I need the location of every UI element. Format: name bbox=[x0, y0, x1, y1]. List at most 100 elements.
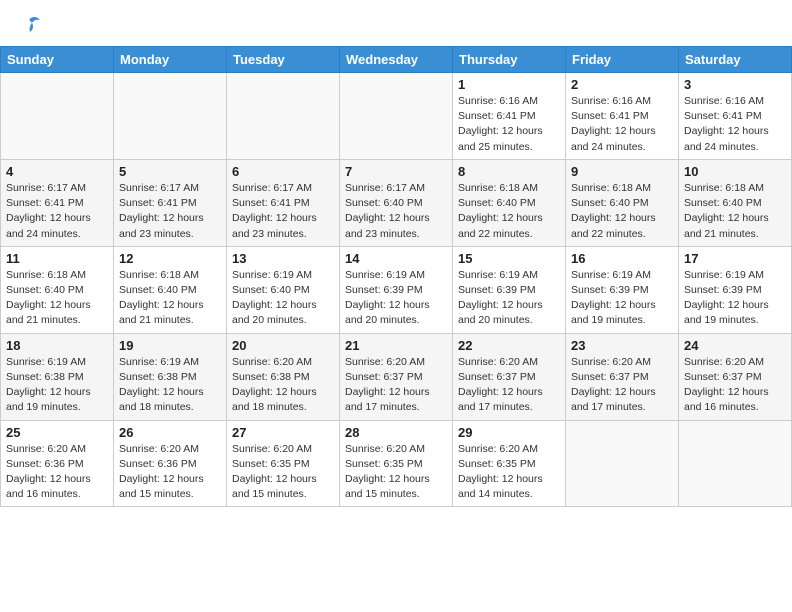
day-number: 7 bbox=[345, 164, 447, 179]
day-number: 18 bbox=[6, 338, 108, 353]
day-number: 28 bbox=[345, 425, 447, 440]
day-info-text: Sunrise: 6:20 AM Sunset: 6:37 PM Dayligh… bbox=[571, 355, 673, 416]
day-info-text: Sunrise: 6:17 AM Sunset: 6:41 PM Dayligh… bbox=[6, 181, 108, 242]
calendar-day-cell: 25Sunrise: 6:20 AM Sunset: 6:36 PM Dayli… bbox=[1, 420, 114, 507]
day-number: 12 bbox=[119, 251, 221, 266]
calendar-day-cell bbox=[114, 73, 227, 160]
day-of-week-header: Thursday bbox=[453, 47, 566, 73]
day-number: 2 bbox=[571, 77, 673, 92]
day-number: 15 bbox=[458, 251, 560, 266]
day-info-text: Sunrise: 6:18 AM Sunset: 6:40 PM Dayligh… bbox=[6, 268, 108, 329]
day-of-week-header: Sunday bbox=[1, 47, 114, 73]
calendar-day-cell: 11 Sunrise: 6:18 AM Sunset: 6:40 PM Dayli… bbox=[1, 246, 114, 333]
page-header bbox=[0, 0, 792, 42]
day-of-week-header: Tuesday bbox=[227, 47, 340, 73]
day-info-text: Sunrise: 6:19 AM Sunset: 6:39 PM Dayligh… bbox=[571, 268, 673, 329]
calendar-day-cell bbox=[1, 73, 114, 160]
day-number: 13 bbox=[232, 251, 334, 266]
day-info-text: Sunrise: 6:20 AM Sunset: 6:37 PM Dayligh… bbox=[458, 355, 560, 416]
day-info-text: Sunrise: 6:16 AM Sunset: 6:41 PM Dayligh… bbox=[458, 94, 560, 155]
calendar-day-cell bbox=[566, 420, 679, 507]
calendar-day-cell: 17 Sunrise: 6:19 AM Sunset: 6:39 PM Dayli… bbox=[679, 246, 792, 333]
calendar-day-cell: 20Sunrise: 6:20 AM Sunset: 6:38 PM Dayli… bbox=[227, 333, 340, 420]
day-of-week-header: Wednesday bbox=[340, 47, 453, 73]
logo bbox=[18, 18, 42, 36]
calendar-day-cell bbox=[679, 420, 792, 507]
calendar-day-cell: 14 Sunrise: 6:19 AM Sunset: 6:39 PM Dayli… bbox=[340, 246, 453, 333]
day-number: 23 bbox=[571, 338, 673, 353]
day-number: 17 bbox=[684, 251, 786, 266]
calendar-day-cell: 12 Sunrise: 6:18 AM Sunset: 6:40 PM Dayli… bbox=[114, 246, 227, 333]
calendar-day-cell: 2Sunrise: 6:16 AM Sunset: 6:41 PM Daylig… bbox=[566, 73, 679, 160]
day-info-text: Sunrise: 6:19 AM Sunset: 6:38 PM Dayligh… bbox=[119, 355, 221, 416]
calendar-day-cell: 13 Sunrise: 6:19 AM Sunset: 6:40 PM Dayli… bbox=[227, 246, 340, 333]
calendar-day-cell: 18 Sunrise: 6:19 AM Sunset: 6:38 PM Dayli… bbox=[1, 333, 114, 420]
calendar-day-cell: 7 Sunrise: 6:17 AM Sunset: 6:40 PM Daylig… bbox=[340, 159, 453, 246]
day-number: 14 bbox=[345, 251, 447, 266]
day-number: 5 bbox=[119, 164, 221, 179]
calendar-day-cell: 26 Sunrise: 6:20 AM Sunset: 6:36 PM Dayli… bbox=[114, 420, 227, 507]
calendar-day-cell: 29 Sunrise: 6:20 AM Sunset: 6:35 PM Dayli… bbox=[453, 420, 566, 507]
day-info-text: Sunrise: 6:16 AM Sunset: 6:41 PM Dayligh… bbox=[684, 94, 786, 155]
day-number: 20 bbox=[232, 338, 334, 353]
calendar-day-cell bbox=[227, 73, 340, 160]
day-info-text: Sunrise: 6:17 AM Sunset: 6:41 PM Dayligh… bbox=[119, 181, 221, 242]
calendar-day-cell: 22Sunrise: 6:20 AM Sunset: 6:37 PM Dayli… bbox=[453, 333, 566, 420]
day-number: 3 bbox=[684, 77, 786, 92]
day-number: 24 bbox=[684, 338, 786, 353]
calendar-day-cell: 16 Sunrise: 6:19 AM Sunset: 6:39 PM Dayli… bbox=[566, 246, 679, 333]
calendar-day-cell: 21 Sunrise: 6:20 AM Sunset: 6:37 PM Dayli… bbox=[340, 333, 453, 420]
day-info-text: Sunrise: 6:18 AM Sunset: 6:40 PM Dayligh… bbox=[119, 268, 221, 329]
day-number: 4 bbox=[6, 164, 108, 179]
calendar-day-cell: 15 Sunrise: 6:19 AM Sunset: 6:39 PM Dayli… bbox=[453, 246, 566, 333]
day-info-text: Sunrise: 6:19 AM Sunset: 6:40 PM Dayligh… bbox=[232, 268, 334, 329]
day-number: 10 bbox=[684, 164, 786, 179]
day-of-week-header: Saturday bbox=[679, 47, 792, 73]
day-info-text: Sunrise: 6:18 AM Sunset: 6:40 PM Dayligh… bbox=[684, 181, 786, 242]
day-info-text: Sunrise: 6:20 AM Sunset: 6:37 PM Dayligh… bbox=[345, 355, 447, 416]
calendar-day-cell: 23 Sunrise: 6:20 AM Sunset: 6:37 PM Dayli… bbox=[566, 333, 679, 420]
logo-bird-icon bbox=[20, 14, 42, 36]
day-info-text: Sunrise: 6:18 AM Sunset: 6:40 PM Dayligh… bbox=[458, 181, 560, 242]
calendar-day-cell: 28Sunrise: 6:20 AM Sunset: 6:35 PM Dayli… bbox=[340, 420, 453, 507]
day-number: 9 bbox=[571, 164, 673, 179]
calendar-day-cell: 19 Sunrise: 6:19 AM Sunset: 6:38 PM Dayli… bbox=[114, 333, 227, 420]
day-of-week-header: Friday bbox=[566, 47, 679, 73]
day-number: 27 bbox=[232, 425, 334, 440]
calendar-day-cell: 8 Sunrise: 6:18 AM Sunset: 6:40 PM Daylig… bbox=[453, 159, 566, 246]
day-info-text: Sunrise: 6:20 AM Sunset: 6:35 PM Dayligh… bbox=[458, 442, 560, 503]
day-of-week-header: Monday bbox=[114, 47, 227, 73]
calendar-week-row: 1Sunrise: 6:16 AM Sunset: 6:41 PM Daylig… bbox=[1, 73, 792, 160]
calendar-day-cell: 3 Sunrise: 6:16 AM Sunset: 6:41 PM Daylig… bbox=[679, 73, 792, 160]
calendar-day-cell: 6 Sunrise: 6:17 AM Sunset: 6:41 PM Daylig… bbox=[227, 159, 340, 246]
day-info-text: Sunrise: 6:19 AM Sunset: 6:38 PM Dayligh… bbox=[6, 355, 108, 416]
day-info-text: Sunrise: 6:18 AM Sunset: 6:40 PM Dayligh… bbox=[571, 181, 673, 242]
calendar-week-row: 25 Sunrise: 6:20 AM Sunset: 6:36 PM Dayli… bbox=[1, 420, 792, 507]
day-info-text: Sunrise: 6:19 AM Sunset: 6:39 PM Dayligh… bbox=[458, 268, 560, 329]
day-number: 29 bbox=[458, 425, 560, 440]
day-number: 8 bbox=[458, 164, 560, 179]
calendar-week-row: 18 Sunrise: 6:19 AM Sunset: 6:38 PM Dayli… bbox=[1, 333, 792, 420]
day-info-text: Sunrise: 6:19 AM Sunset: 6:39 PM Dayligh… bbox=[345, 268, 447, 329]
calendar-week-row: 4 Sunrise: 6:17 AM Sunset: 6:41 PM Daylig… bbox=[1, 159, 792, 246]
calendar-week-row: 11 Sunrise: 6:18 AM Sunset: 6:40 PM Dayli… bbox=[1, 246, 792, 333]
day-number: 16 bbox=[571, 251, 673, 266]
calendar-day-cell: 24Sunrise: 6:20 AM Sunset: 6:37 PM Dayli… bbox=[679, 333, 792, 420]
day-info-text: Sunrise: 6:20 AM Sunset: 6:35 PM Dayligh… bbox=[232, 442, 334, 503]
day-info-text: Sunrise: 6:17 AM Sunset: 6:40 PM Dayligh… bbox=[345, 181, 447, 242]
calendar-day-cell: 4 Sunrise: 6:17 AM Sunset: 6:41 PM Daylig… bbox=[1, 159, 114, 246]
day-number: 26 bbox=[119, 425, 221, 440]
calendar-header-row: SundayMondayTuesdayWednesdayThursdayFrid… bbox=[1, 47, 792, 73]
calendar-day-cell: 5 Sunrise: 6:17 AM Sunset: 6:41 PM Daylig… bbox=[114, 159, 227, 246]
day-number: 6 bbox=[232, 164, 334, 179]
calendar-day-cell: 27 Sunrise: 6:20 AM Sunset: 6:35 PM Dayli… bbox=[227, 420, 340, 507]
day-number: 11 bbox=[6, 251, 108, 266]
day-number: 21 bbox=[345, 338, 447, 353]
calendar-day-cell: 9 Sunrise: 6:18 AM Sunset: 6:40 PM Daylig… bbox=[566, 159, 679, 246]
day-info-text: Sunrise: 6:19 AM Sunset: 6:39 PM Dayligh… bbox=[684, 268, 786, 329]
calendar-day-cell bbox=[340, 73, 453, 160]
day-info-text: Sunrise: 6:17 AM Sunset: 6:41 PM Dayligh… bbox=[232, 181, 334, 242]
day-info-text: Sunrise: 6:20 AM Sunset: 6:36 PM Dayligh… bbox=[119, 442, 221, 503]
day-number: 25 bbox=[6, 425, 108, 440]
day-number: 19 bbox=[119, 338, 221, 353]
